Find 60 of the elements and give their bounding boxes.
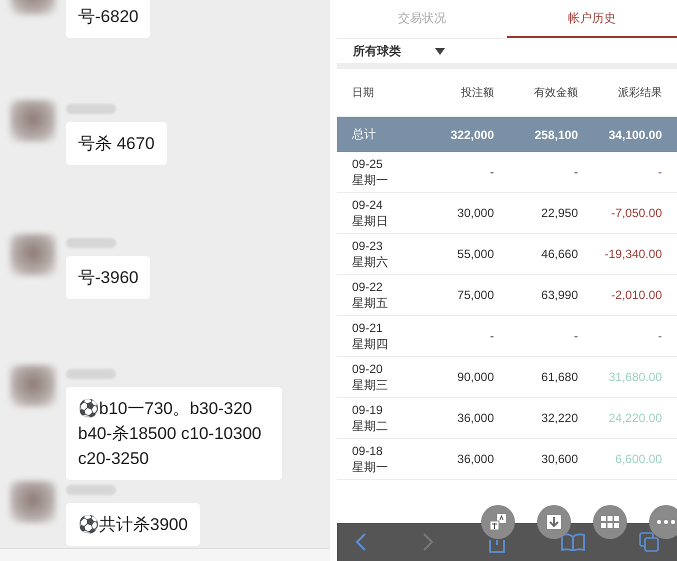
message-bubble: 号杀 4670	[66, 122, 167, 165]
dropdown-arrow-icon[interactable]	[435, 48, 445, 54]
total-cell-text: 322,000	[450, 128, 494, 142]
table-cell-text: 61,680	[540, 370, 578, 384]
date-cell-text: 09-20 星期三	[352, 361, 389, 393]
date-cell-text: 09-21 星期四	[352, 320, 389, 352]
message-bubble: ⚽共计杀3900	[66, 503, 200, 546]
result-cell-text: -	[657, 329, 662, 343]
download-button[interactable]	[537, 505, 571, 539]
table-cell-text: 90,000	[456, 370, 494, 384]
result-cell-text: 31,680.00	[608, 370, 662, 384]
avatar	[10, 365, 56, 407]
date-cell-text: 09-23 星期六	[352, 238, 389, 270]
date-cell-text: 09-25 星期一	[352, 156, 389, 188]
avatar	[10, 481, 56, 523]
table-cell-text: 36,000	[456, 452, 494, 466]
translate-icon[interactable]	[489, 513, 507, 531]
column-header: 有效金额	[533, 86, 578, 100]
result-cell-text: 24,220.00	[608, 411, 662, 425]
grid-icon[interactable]	[601, 516, 619, 528]
result-cell-text: -7,050.00	[610, 206, 662, 220]
table-cell-text: 46,660	[540, 247, 578, 261]
message-bubble: 号-3960	[66, 256, 150, 299]
grid-button[interactable]	[593, 505, 627, 539]
download-icon[interactable]	[546, 514, 562, 530]
more-icon[interactable]	[657, 520, 675, 524]
column-header: 派彩结果	[617, 86, 662, 100]
table-cell-text: -	[489, 329, 494, 343]
message-bubble: 号-6820	[66, 0, 150, 38]
column-header: 投注额	[460, 86, 494, 100]
filter-dropdown[interactable]: 所有球类	[353, 42, 401, 60]
date-cell-text: 09-22 星期五	[352, 279, 389, 311]
column-header: 日期	[352, 86, 375, 100]
result-cell-text: -	[657, 165, 662, 179]
result-cell-text: 6,600.00	[614, 452, 662, 466]
date-cell-text: 09-24 星期日	[352, 197, 389, 229]
table-cell-text: -	[573, 165, 578, 179]
result-cell-text: -19,340.00	[604, 247, 662, 261]
more-button[interactable]	[649, 505, 677, 539]
table-cell-text: 36,000	[456, 411, 494, 425]
table-cell-text: -	[573, 329, 578, 343]
total-label: 总计	[352, 126, 377, 143]
table-cell-text: 32,220	[540, 411, 578, 425]
result-cell-text: -2,010.00	[610, 288, 662, 302]
avatar	[10, 100, 56, 142]
table-cell-text: 75,000	[456, 288, 494, 302]
tab[interactable]: 帐户历史	[507, 0, 677, 38]
message-bubble: ⚽b10一730。b30-320 b40-杀18500 c10-10300 c20-3250	[66, 387, 282, 480]
translate-button[interactable]	[481, 505, 515, 539]
total-cell-text: 34,100.00	[608, 128, 662, 142]
total-cell-text: 258,100	[534, 128, 578, 142]
table-cell-text: 30,600	[540, 452, 578, 466]
date-cell-text: 09-19 星期二	[352, 402, 389, 434]
table-cell-text: 63,990	[540, 288, 578, 302]
table-cell-text: 22,950	[540, 206, 578, 220]
table-cell-text: 30,000	[456, 206, 494, 220]
table-cell-text: 55,000	[456, 247, 494, 261]
table-cell-text: -	[489, 165, 494, 179]
date-cell-text: 09-18 星期一	[352, 443, 389, 475]
avatar	[10, 234, 56, 276]
